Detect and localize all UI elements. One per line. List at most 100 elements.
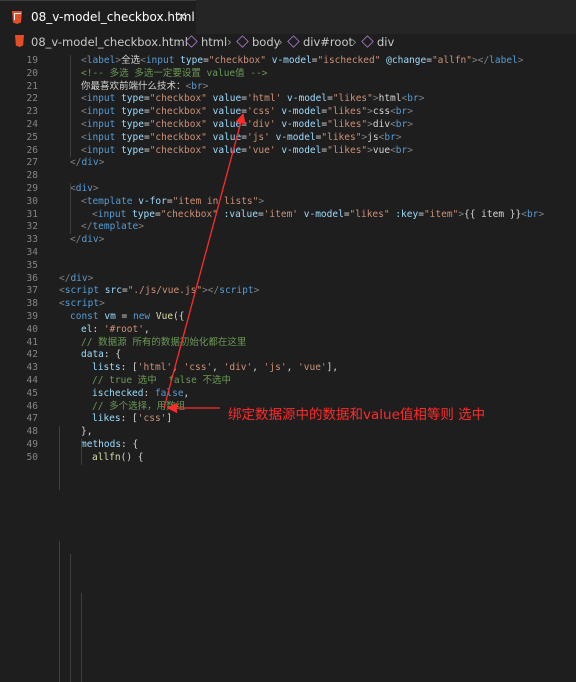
breadcrumb-item-div[interactable]: div xyxy=(361,35,394,49)
code-token: 'css' xyxy=(137,413,167,425)
code-token: , xyxy=(212,362,224,374)
code-line[interactable]: <input type="checkbox" value='css' v-mod… xyxy=(81,106,413,119)
line-number: 26 xyxy=(26,144,38,156)
line-number: 43 xyxy=(26,362,38,374)
breadcrumb: 08_v-model_checkbox.html › html › body ›… xyxy=(0,34,576,52)
code-token: script xyxy=(219,285,254,297)
code-token: v-model xyxy=(281,106,322,118)
line-number: 37 xyxy=(26,285,38,297)
code-line[interactable]: <script src="./js/vue.js"></script> xyxy=(59,285,259,298)
code-line[interactable]: </template> xyxy=(81,221,144,234)
breadcrumb-item-root[interactable]: div#root xyxy=(287,35,353,49)
code-token: label xyxy=(86,55,116,66)
code-token: </ xyxy=(59,272,71,284)
code-token: html xyxy=(378,93,402,105)
code-line[interactable]: // 数据源 所有的数据初始化都在这里 xyxy=(81,337,246,350)
code-line[interactable]: methods: { xyxy=(81,439,138,452)
code-token: label xyxy=(489,55,518,66)
code-token: // true 选中 false 不选中 xyxy=(92,375,232,386)
code-line[interactable]: </div> xyxy=(70,234,104,247)
code-token: , xyxy=(143,323,150,335)
code-token: ></ xyxy=(472,55,490,66)
code-token: "allfn" xyxy=(431,55,472,66)
line-number: 41 xyxy=(26,336,38,348)
code-token: > xyxy=(99,298,105,310)
code-line[interactable]: // 多个选择，用数组 xyxy=(92,401,185,414)
code-token: : xyxy=(92,323,104,335)
code-token: type xyxy=(180,55,204,66)
code-token: @change xyxy=(386,55,427,66)
code-editor[interactable]: 19 20 21 22 23 24 25 26 27 28 29 30 31 32 33 34 35 36 37 38… xyxy=(0,52,576,682)
code-line[interactable]: <input type="checkbox" value='div' v-mod… xyxy=(81,119,413,132)
code-token: > xyxy=(87,272,94,284)
element-icon xyxy=(287,35,300,48)
code-line[interactable]: <template v-for="item in lists"> xyxy=(81,196,264,209)
code-line[interactable]: <input type="checkbox" value='vue' v-mod… xyxy=(81,145,413,158)
code-token: ischecked xyxy=(92,387,144,399)
code-token: v-model xyxy=(271,55,312,66)
indent-guide xyxy=(59,541,60,682)
code-line[interactable]: <!-- 多选 多选一定要设置 value值 --> xyxy=(81,68,268,81)
close-icon[interactable]: × xyxy=(176,9,188,25)
code-line[interactable]: lists: ['html', 'css', 'div', 'js', 'vue… xyxy=(92,362,338,375)
line-number: 38 xyxy=(26,298,38,310)
code-line[interactable]: }, xyxy=(81,426,92,439)
code-line[interactable]: const vm = new Vue({ xyxy=(70,311,185,324)
code-token: : xyxy=(143,387,155,399)
code-line[interactable]: ischecked: false, xyxy=(92,388,189,401)
code-token: 'css' xyxy=(246,106,276,118)
code-token: br xyxy=(395,119,408,130)
code-line[interactable]: </div> xyxy=(70,157,104,170)
code-line[interactable]: data: { xyxy=(81,349,121,362)
breadcrumb-item-html[interactable]: html xyxy=(185,35,227,49)
code-token: > xyxy=(418,93,425,105)
code-token: : [ xyxy=(120,362,138,374)
code-token: template xyxy=(92,221,139,233)
code-token: 'html' xyxy=(246,93,282,105)
breadcrumb-item-body[interactable]: body xyxy=(236,35,280,49)
code-token: , xyxy=(172,362,184,374)
editor-tab[interactable]: 08_v-model_checkbox.html × xyxy=(0,0,196,34)
line-number: 25 xyxy=(26,131,38,143)
line-number: 40 xyxy=(26,323,38,335)
code-token: 'js' xyxy=(263,362,287,374)
code-token: </ xyxy=(70,157,82,169)
code-token: false xyxy=(154,387,184,399)
line-number: 42 xyxy=(26,349,38,361)
code-line[interactable]: // true 选中 false 不选中 xyxy=(92,375,231,388)
code-line[interactable]: <label>全选<input type="checkbox" v-model=… xyxy=(81,55,524,68)
code-token: br xyxy=(384,131,396,143)
code-token: br xyxy=(395,106,408,118)
line-number: 24 xyxy=(26,119,38,130)
code-line[interactable]: likes: ['css'] xyxy=(92,413,172,426)
code-line[interactable]: <script> xyxy=(59,298,105,311)
code-token: "likes" xyxy=(332,93,373,105)
code-line[interactable]: <input type="checkbox" value='js' v-mode… xyxy=(81,132,402,145)
indent-guide xyxy=(70,55,71,158)
code-line[interactable]: </div> xyxy=(59,273,93,286)
code-token: "likes" xyxy=(349,208,390,220)
code-token: // 数据源 所有的数据初始化都在这里 xyxy=(81,336,247,348)
code-line[interactable]: <div> xyxy=(70,183,99,196)
line-number: 49 xyxy=(26,439,38,450)
element-icon xyxy=(236,35,249,48)
code-line[interactable]: <input type="checkbox" value='html' v-mo… xyxy=(81,93,424,106)
code-line[interactable]: allfn() { xyxy=(92,452,144,465)
line-number: 22 xyxy=(26,93,38,105)
indent-guide xyxy=(81,592,82,682)
line-number: 46 xyxy=(26,400,38,412)
code-token: br xyxy=(395,144,408,156)
code-token: input xyxy=(86,93,116,105)
breadcrumb-file[interactable]: 08_v-model_checkbox.html xyxy=(31,35,188,49)
code-token: type xyxy=(121,106,144,118)
code-line[interactable]: el: '#root', xyxy=(81,324,150,337)
code-token: v-model xyxy=(275,131,316,143)
code-line[interactable]: <input type="checkbox" :value='item' v-m… xyxy=(92,209,544,222)
line-number: 33 xyxy=(26,234,38,246)
code-token: }, xyxy=(81,426,93,438)
code-line[interactable]: 你最喜欢前端什么技术：<br> xyxy=(81,81,208,94)
code-token: = xyxy=(115,311,133,322)
code-token: '#root' xyxy=(103,323,144,335)
code-token: "checkbox" xyxy=(208,55,266,66)
code-token: type xyxy=(132,208,155,220)
